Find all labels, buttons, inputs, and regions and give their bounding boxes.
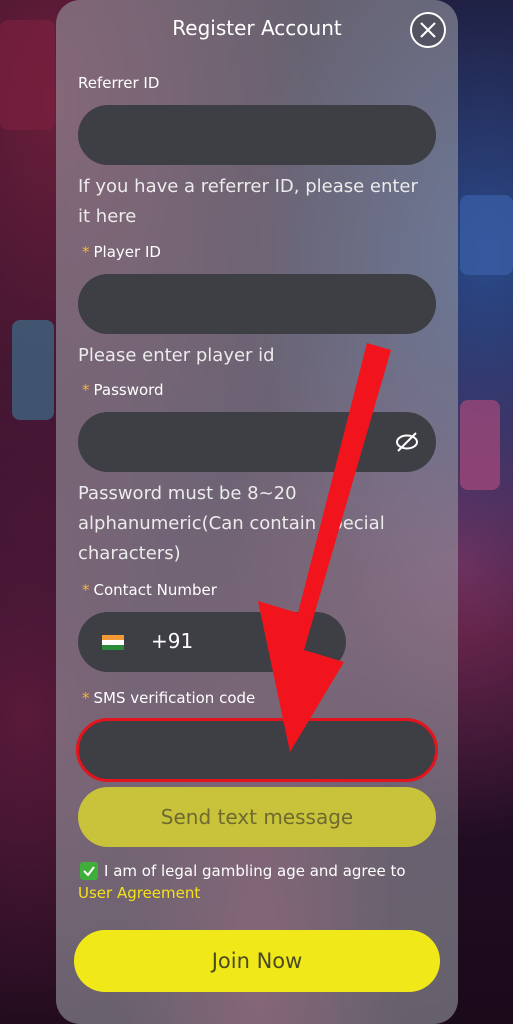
referrer-id-input[interactable] — [78, 105, 436, 165]
player-id-input[interactable] — [78, 274, 436, 334]
register-dialog: Register Account Referrer ID If you have… — [56, 0, 458, 1024]
contact-number-label: * Contact Number — [82, 581, 217, 599]
password-input[interactable] — [78, 412, 436, 472]
required-marker: * — [82, 243, 90, 261]
background-neon-sign-right — [460, 195, 513, 275]
user-agreement-link[interactable]: User Agreement — [78, 884, 200, 902]
contact-number-input[interactable]: +91 — [78, 612, 346, 672]
dialog-title: Register Account — [172, 16, 342, 40]
background-neon-sign-left — [0, 20, 55, 130]
required-marker: * — [82, 689, 90, 707]
send-text-message-button[interactable]: Send text message — [78, 787, 436, 847]
required-marker: * — [82, 581, 90, 599]
join-now-button[interactable]: Join Now — [74, 930, 440, 992]
eye-off-icon[interactable] — [394, 430, 420, 454]
background-screen-left — [12, 320, 54, 420]
referrer-id-hint: If you have a referrer ID, please enter … — [78, 176, 418, 227]
player-id-hint: Please enter player id — [78, 345, 275, 366]
sms-code-input[interactable] — [76, 718, 438, 782]
referrer-id-label: Referrer ID — [78, 74, 160, 92]
password-label: * Password — [82, 381, 164, 399]
india-flag-icon[interactable] — [102, 635, 124, 650]
password-hint: Password must be 8~20 alphanumeric(Can c… — [78, 483, 385, 564]
required-marker: * — [82, 381, 90, 399]
background-screen-right — [460, 400, 500, 490]
player-id-label: * Player ID — [82, 243, 161, 261]
sms-code-label: * SMS verification code — [82, 689, 256, 707]
country-code: +91 — [151, 629, 194, 653]
close-button[interactable] — [410, 12, 446, 48]
agreement-text: I am of legal gambling age and agree to … — [78, 862, 406, 902]
close-icon — [420, 22, 436, 38]
